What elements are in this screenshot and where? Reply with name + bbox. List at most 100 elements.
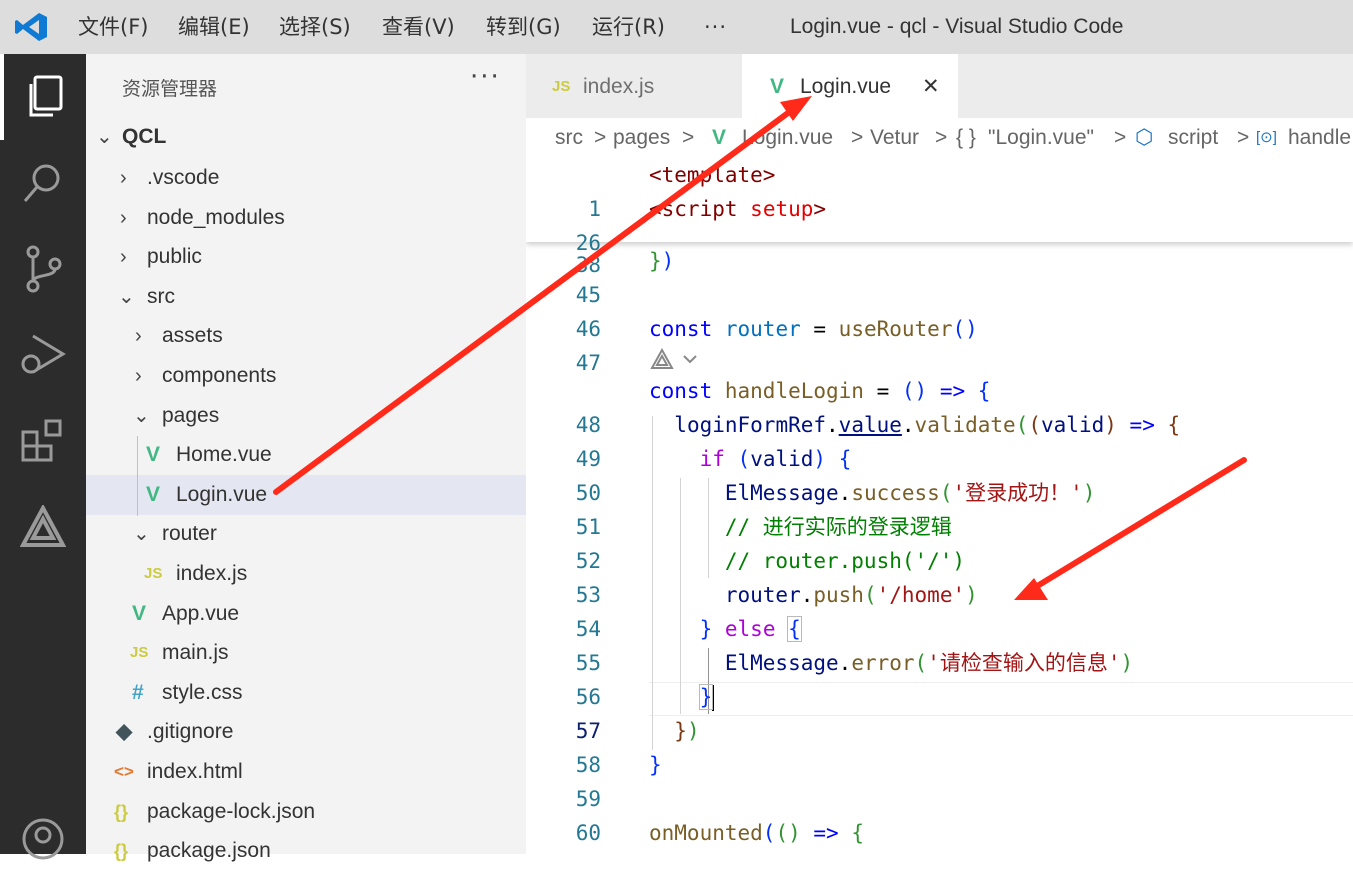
chevron-down-icon: ⌄ bbox=[133, 523, 150, 545]
tab-index-js[interactable]: JS index.js bbox=[526, 54, 742, 118]
code-line-current[interactable]: 57 } bbox=[526, 680, 1353, 743]
code-line[interactable]: 60 bbox=[526, 782, 1353, 845]
breadcrumb-vetur[interactable]: Vetur bbox=[870, 118, 919, 158]
tree-item-label: node_modules bbox=[147, 206, 285, 229]
json-file-icon: {} bbox=[114, 802, 129, 822]
menu-edit[interactable]: 编辑(E) bbox=[178, 0, 250, 54]
explorer-icon[interactable] bbox=[0, 54, 86, 140]
code-line[interactable]: 61 onMounted(() => { bbox=[526, 816, 1353, 850]
code-line[interactable]: 47 const router = useRouter() bbox=[526, 312, 1353, 375]
extensions-icon[interactable] bbox=[0, 398, 86, 484]
menu-run[interactable]: 运行(R) bbox=[592, 0, 665, 54]
vue-file-icon: V bbox=[146, 443, 161, 466]
code-line[interactable]: 50 if (valid) { bbox=[526, 442, 1353, 505]
sticky-line[interactable]: 26 <script setup> bbox=[526, 192, 1353, 255]
code-line[interactable]: 54 router.push('/home') bbox=[526, 578, 1353, 641]
tree-item-pages[interactable]: ⌄ pages bbox=[86, 396, 526, 436]
explorer-sidebar: 资源管理器 ··· ⌄ QCL › .vscode › node_modules… bbox=[86, 54, 526, 862]
code-line[interactable]: 46 bbox=[526, 278, 1353, 341]
tree-item-package-json[interactable]: {} package.json bbox=[86, 831, 526, 871]
vscode-logo-icon bbox=[15, 13, 47, 41]
breadcrumb-separator: > bbox=[935, 126, 948, 149]
tree-item-main-js[interactable]: JS main.js bbox=[86, 633, 526, 673]
line-number: 26 bbox=[575, 231, 601, 255]
title-bar: 文件(F) 编辑(E) 选择(S) 查看(V) 转到(G) 运行(R) ··· … bbox=[0, 0, 1353, 54]
tree-item-public[interactable]: › public bbox=[86, 237, 526, 277]
tree-item-label: router bbox=[162, 522, 217, 545]
code-line[interactable]: 58 }) bbox=[526, 714, 1353, 777]
line-number: 61 bbox=[526, 850, 601, 854]
code-text: } bbox=[649, 753, 662, 777]
tree-item-label: App.vue bbox=[162, 602, 240, 625]
code-line[interactable]: 56 ElMessage.error('请检查输入的信息') bbox=[526, 646, 1353, 709]
tree-item-label: package.json bbox=[147, 839, 271, 862]
source-control-icon[interactable] bbox=[0, 226, 86, 312]
code-text: ElMessage.success('登录成功！') bbox=[724, 481, 1096, 505]
code-editor[interactable]: 1 <template> 26 <script setup> 38 const … bbox=[526, 158, 1353, 854]
tree-item-node-modules[interactable]: › node_modules bbox=[86, 198, 526, 238]
sticky-line[interactable]: 1 <template> bbox=[526, 158, 1353, 221]
breadcrumb: src > pages > V Login.vue > Vetur > { } … bbox=[526, 118, 1353, 158]
sidebar-title: 资源管理器 bbox=[122, 78, 218, 100]
code-line[interactable]: 45 }) bbox=[526, 244, 1353, 307]
chevron-right-icon: › bbox=[135, 365, 142, 387]
tree-item-label: pages bbox=[162, 404, 220, 427]
code-line[interactable]: 49 loginFormRef.value.validate((valid) =… bbox=[526, 408, 1353, 471]
tree-item-home-vue[interactable]: V Home.vue bbox=[86, 435, 526, 475]
tab-label: index.js bbox=[583, 75, 655, 98]
tree-root-qcl[interactable]: ⌄ QCL bbox=[86, 117, 526, 157]
tree-item-label: main.js bbox=[162, 641, 229, 664]
code-line[interactable]: 53 // router.push('/') bbox=[526, 544, 1353, 607]
account-icon[interactable] bbox=[0, 796, 86, 882]
code-text: onMounted(() => { bbox=[649, 821, 865, 845]
remote-icon[interactable] bbox=[0, 484, 86, 570]
tree-item-assets[interactable]: › assets bbox=[86, 316, 526, 356]
chevron-right-icon: › bbox=[120, 246, 127, 268]
vue-file-icon: V bbox=[770, 75, 785, 98]
tree-item-label: index.html bbox=[147, 760, 243, 783]
code-line[interactable]: 52 // 进行实际的登录逻辑 bbox=[526, 510, 1353, 573]
sidebar-more-button[interactable]: ··· bbox=[470, 62, 501, 92]
tree-item-login-vue[interactable]: V Login.vue bbox=[86, 475, 526, 515]
tree-item-label: .gitignore bbox=[147, 720, 234, 743]
close-icon[interactable]: ✕ bbox=[922, 54, 940, 120]
breadcrumb-login-vue[interactable]: Login.vue bbox=[742, 118, 833, 158]
tree-item-style-css[interactable]: # style.css bbox=[86, 673, 526, 713]
code-line[interactable]: 51 ElMessage.success('登录成功！') bbox=[526, 476, 1353, 539]
tree-item-label: components bbox=[162, 364, 277, 387]
tree-item-components[interactable]: › components bbox=[86, 356, 526, 396]
tree-item-src[interactable]: ⌄ src bbox=[86, 277, 526, 317]
run-debug-icon[interactable] bbox=[0, 312, 86, 398]
menu-file[interactable]: 文件(F) bbox=[78, 0, 148, 54]
tree-item-app-vue[interactable]: V App.vue bbox=[86, 594, 526, 634]
vue-file-icon: V bbox=[712, 126, 727, 149]
code-comment: // router.push('/') bbox=[649, 549, 966, 573]
menu-view[interactable]: 查看(V) bbox=[382, 0, 455, 54]
code-line[interactable]: 59 } bbox=[526, 748, 1353, 811]
tree-item-label: QCL bbox=[122, 125, 167, 148]
menu-selection[interactable]: 选择(S) bbox=[279, 0, 351, 54]
breadcrumb-src[interactable]: src bbox=[555, 118, 583, 158]
codelens-icon[interactable] bbox=[650, 347, 702, 374]
breadcrumb-script[interactable]: script bbox=[1168, 118, 1218, 158]
css-file-icon: # bbox=[132, 681, 144, 704]
tree-item-package-lock-json[interactable]: {} package-lock.json bbox=[86, 792, 526, 832]
code-line[interactable]: 48 const handleLogin = () => { bbox=[526, 374, 1353, 437]
tree-item-router[interactable]: ⌄ router bbox=[86, 514, 526, 554]
tree-item-index-html[interactable]: <> index.html bbox=[86, 752, 526, 792]
braces-icon: { } bbox=[956, 126, 976, 149]
breadcrumb-pages[interactable]: pages bbox=[613, 118, 670, 158]
tree-item-label: public bbox=[147, 245, 202, 268]
menu-go[interactable]: 转到(G) bbox=[486, 0, 561, 54]
chevron-down-icon: ⌄ bbox=[118, 286, 135, 308]
variable-icon: [⊙] bbox=[1256, 129, 1277, 146]
tab-login-vue[interactable]: V Login.vue ✕ bbox=[742, 54, 958, 118]
breadcrumb-handle[interactable]: handle bbox=[1288, 118, 1351, 158]
search-icon[interactable] bbox=[0, 140, 86, 226]
code-line[interactable]: 55 } else { bbox=[526, 612, 1353, 675]
tree-item-vscode[interactable]: › .vscode bbox=[86, 158, 526, 198]
menu-more-button[interactable]: ··· bbox=[704, 0, 727, 54]
tree-item-index-js[interactable]: JS index.js bbox=[86, 554, 526, 594]
breadcrumb-login-vue-symbol[interactable]: "Login.vue" bbox=[988, 118, 1094, 158]
tree-item-gitignore[interactable]: ◆ .gitignore bbox=[86, 712, 526, 752]
